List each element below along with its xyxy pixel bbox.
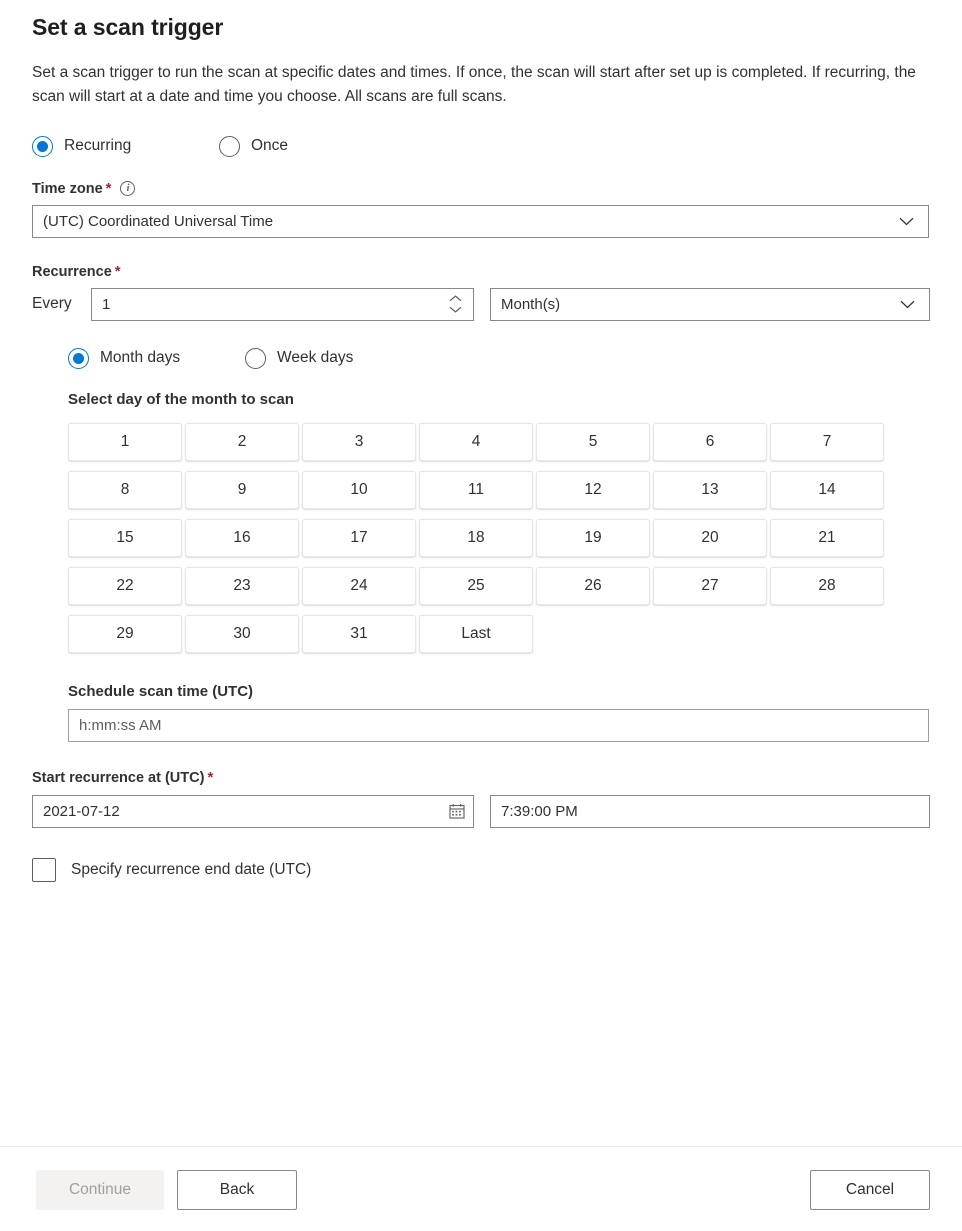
start-recurrence-date-input[interactable]: 2021-07-12 [32,795,474,828]
month-day-cell[interactable]: 25 [419,567,533,605]
day-mode-radio-group: Month days Week days [68,348,930,369]
month-day-cell[interactable]: 20 [653,519,767,557]
month-day-cell[interactable]: 12 [536,471,650,509]
month-day-cell[interactable]: 27 [653,567,767,605]
time-zone-label-row: Time zone * i [32,181,930,197]
spinner-down-icon[interactable] [448,306,463,314]
month-days-label: Select day of the month to scan [68,391,930,408]
spinner-buttons [440,295,471,314]
start-recurrence-required-marker: * [207,770,213,785]
radio-indicator-recurring [32,136,53,157]
month-day-cell[interactable]: 23 [185,567,299,605]
time-zone-field: Time zone * i (UTC) Coordinated Universa… [32,181,930,238]
page-description: Set a scan trigger to run the scan at sp… [32,41,922,110]
footer-bar: Continue Back Cancel [0,1146,962,1231]
every-label: Every [32,295,91,313]
time-zone-dropdown[interactable]: (UTC) Coordinated Universal Time [32,205,929,238]
start-recurrence-field: Start recurrence at (UTC) * 2021-07-12 [32,770,930,828]
month-day-cell[interactable]: 3 [302,423,416,461]
month-days-grid: 1234567891011121314151617181920212223242… [68,423,890,653]
month-day-cell[interactable]: 24 [302,567,416,605]
month-day-cell[interactable]: 6 [653,423,767,461]
cancel-button[interactable]: Cancel [810,1170,930,1210]
recurrence-interval-value: 1 [102,296,440,313]
specify-end-date-checkbox[interactable] [32,858,56,882]
recurrence-label: Recurrence [32,264,112,280]
month-day-cell[interactable]: 11 [419,471,533,509]
radio-option-once[interactable]: Once [219,136,288,157]
time-zone-label: Time zone [32,181,103,197]
specify-end-date-checkbox-row[interactable]: Specify recurrence end date (UTC) [32,858,930,882]
month-day-cell[interactable]: 17 [302,519,416,557]
radio-indicator-month-days [68,348,89,369]
start-recurrence-date-value: 2021-07-12 [43,803,449,820]
continue-button[interactable]: Continue [36,1170,164,1210]
radio-option-week-days[interactable]: Week days [245,348,353,369]
back-button[interactable]: Back [177,1170,297,1210]
month-day-cell[interactable]: 19 [536,519,650,557]
scan-trigger-panel: Set a scan trigger Set a scan trigger to… [0,0,962,1146]
info-icon[interactable]: i [120,181,135,196]
month-day-cell[interactable]: 13 [653,471,767,509]
start-recurrence-time-input[interactable]: 7:39:00 PM [490,795,930,828]
month-day-cell[interactable]: 21 [770,519,884,557]
recurrence-label-row: Recurrence * [32,264,930,280]
month-days-section: Select day of the month to scan 12345678… [68,391,930,653]
radio-indicator-once [219,136,240,157]
month-day-cell[interactable]: 5 [536,423,650,461]
radio-label-month-days: Month days [100,349,180,367]
start-recurrence-label-row: Start recurrence at (UTC) * [32,770,930,786]
month-day-cell[interactable]: 4 [419,423,533,461]
month-day-cell[interactable]: 28 [770,567,884,605]
schedule-time-placeholder: h:mm:ss AM [79,717,918,734]
recurrence-interval-row: Every 1 Month(s) [32,288,930,321]
chevron-down-icon [899,217,914,226]
schedule-time-field: Schedule scan time (UTC) h:mm:ss AM [68,683,930,742]
recurrence-interval-spinner[interactable]: 1 [91,288,474,321]
time-zone-value: (UTC) Coordinated Universal Time [43,213,899,230]
month-day-cell[interactable]: 15 [68,519,182,557]
calendar-icon[interactable] [449,803,465,819]
month-day-cell[interactable]: 7 [770,423,884,461]
recurrence-unit-value: Month(s) [501,296,900,313]
month-day-cell[interactable]: 8 [68,471,182,509]
schedule-time-input[interactable]: h:mm:ss AM [68,709,929,742]
page-title: Set a scan trigger [32,0,930,41]
schedule-time-label: Schedule scan time (UTC) [68,683,930,700]
month-day-cell[interactable]: 14 [770,471,884,509]
start-recurrence-label: Start recurrence at (UTC) [32,770,204,786]
month-day-cell[interactable]: 9 [185,471,299,509]
recurrence-field: Recurrence * Every 1 Month(s) [32,264,930,742]
time-zone-required-marker: * [106,181,112,196]
radio-option-recurring[interactable]: Recurring [32,136,219,157]
month-day-cell[interactable]: 1 [68,423,182,461]
start-recurrence-time-value: 7:39:00 PM [501,803,919,820]
radio-label-week-days: Week days [277,349,353,367]
spinner-up-icon[interactable] [448,295,463,303]
month-day-cell[interactable]: 26 [536,567,650,605]
specify-end-date-label: Specify recurrence end date (UTC) [71,861,311,879]
month-day-cell[interactable]: 29 [68,615,182,653]
recurrence-required-marker: * [115,264,121,279]
month-day-cell[interactable]: 31 [302,615,416,653]
radio-option-month-days[interactable]: Month days [68,348,245,369]
month-day-cell[interactable]: 2 [185,423,299,461]
recurrence-unit-dropdown[interactable]: Month(s) [490,288,930,321]
month-day-cell[interactable]: 18 [419,519,533,557]
month-day-cell[interactable]: 10 [302,471,416,509]
start-recurrence-inputs-row: 2021-07-12 [32,795,930,828]
radio-label-recurring: Recurring [64,137,131,155]
radio-indicator-week-days [245,348,266,369]
radio-label-once: Once [251,137,288,155]
month-day-cell[interactable]: 22 [68,567,182,605]
month-day-cell[interactable]: Last [419,615,533,653]
trigger-mode-radio-group: Recurring Once [32,136,930,157]
month-day-cell[interactable]: 16 [185,519,299,557]
month-day-cell[interactable]: 30 [185,615,299,653]
chevron-down-icon [900,300,915,309]
